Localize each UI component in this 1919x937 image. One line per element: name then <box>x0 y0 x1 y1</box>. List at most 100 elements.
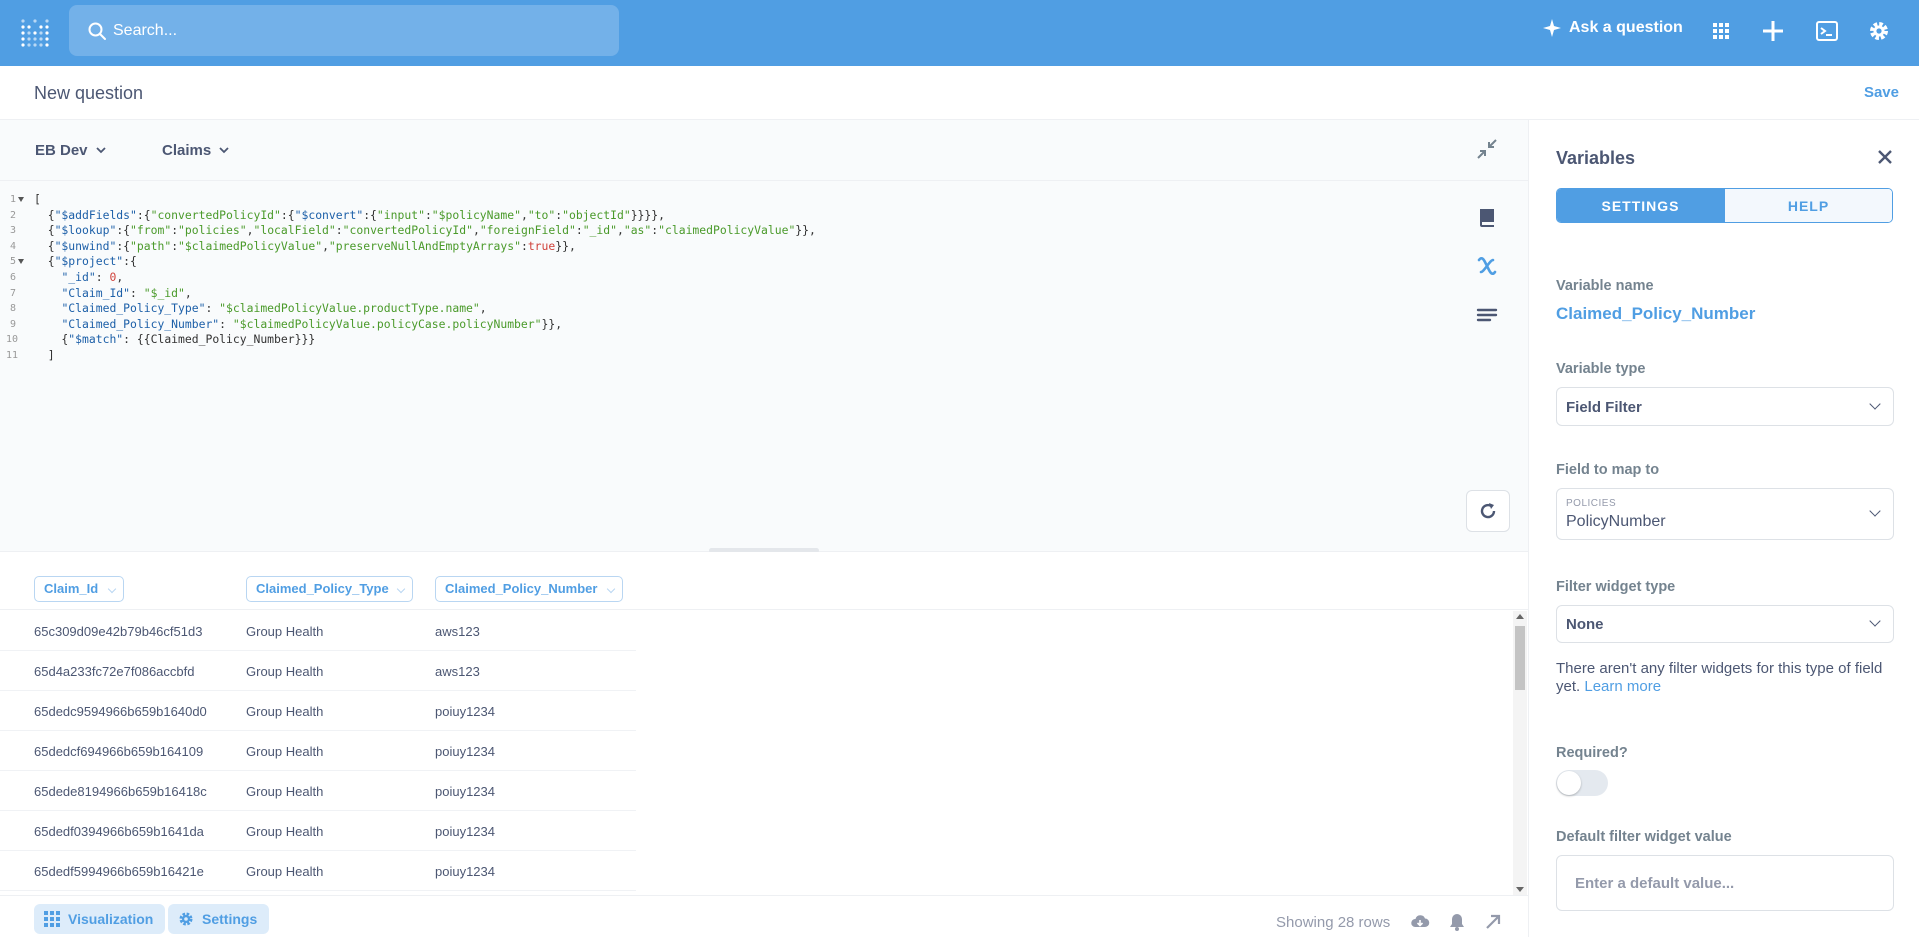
data-reference-book-icon[interactable] <box>1475 206 1499 230</box>
learn-more-link[interactable]: Learn more <box>1584 678 1661 695</box>
ask-question-button[interactable]: Ask a question <box>1543 19 1683 37</box>
code-token: [ <box>34 192 41 206</box>
required-toggle[interactable] <box>1556 770 1608 796</box>
cell-claim-id[interactable]: 65dedc9594966b659b1640d0 <box>34 704 207 719</box>
search-icon <box>88 22 106 40</box>
code-line[interactable]: 4 {"$unwind":{"path": "$claimedPolicyValu… <box>0 239 1440 255</box>
scroll-up-arrow-icon[interactable] <box>1516 614 1524 619</box>
table-row: 65d4a233fc72e7f086accbfd Group Health aws1… <box>0 651 636 691</box>
code-text: {"$match": {{Claimed_Policy_Number}}} <box>34 332 315 348</box>
fold-arrow-icon[interactable] <box>18 259 24 265</box>
code-line[interactable]: 2 {"$addFields":{"convertedPolicyId":{"$… <box>0 208 1440 224</box>
cell-claim-id[interactable]: 65dedf5994966b659b16421e <box>34 864 204 879</box>
cell-claimed-policy-number[interactable]: aws123 <box>435 664 480 679</box>
code-text: ] <box>34 348 55 364</box>
share-arrow-icon[interactable] <box>1483 912 1503 932</box>
scrollbar-thumb[interactable] <box>1515 626 1525 690</box>
settings-label: Settings <box>202 911 258 927</box>
code-line[interactable]: 5 {"$project":{ <box>0 254 1440 270</box>
code-token: { <box>34 238 55 253</box>
cell-claimed-policy-type[interactable]: Group Health <box>246 864 323 879</box>
variable-type-select[interactable]: Field Filter <box>1556 387 1894 426</box>
terminal-icon[interactable] <box>1815 19 1839 43</box>
tab-settings[interactable]: SETTINGS <box>1557 189 1724 222</box>
cell-claimed-policy-type[interactable]: Group Health <box>246 624 323 639</box>
search-bar[interactable]: Search... <box>69 5 619 56</box>
filter-widget-type-value: None <box>1566 616 1604 633</box>
scroll-down-arrow-icon[interactable] <box>1516 887 1524 892</box>
cell-claim-id[interactable]: 65dedcf694966b659b164109 <box>34 744 203 759</box>
code-text: {"$unwind":{"path": "$claimedPolicyValue"… <box>34 239 576 255</box>
code-token: : <box>575 223 583 238</box>
cell-claim-id[interactable]: 65dedf0394966b659b1641da <box>34 824 204 839</box>
code-line[interactable]: 9 "Claimed_Policy_Number": "$claimedPoli… <box>0 317 1440 333</box>
code-token: "path" <box>130 238 172 253</box>
plus-icon[interactable] <box>1761 19 1785 43</box>
column-header-claimed-policy-number[interactable]: Claimed_Policy_Number <box>435 576 623 602</box>
cell-claimed-policy-number[interactable]: aws123 <box>435 624 480 639</box>
code-line[interactable]: 1[ <box>0 192 1440 208</box>
chevron-down-icon <box>95 147 106 154</box>
line-number: 3 <box>9 225 16 237</box>
chevron-down-icon <box>107 584 117 594</box>
code-line[interactable]: 6 "_id": 0, <box>0 270 1440 286</box>
settings-button[interactable]: Settings <box>168 904 270 934</box>
metabase-logo-icon[interactable] <box>20 18 50 48</box>
run-query-button[interactable] <box>1466 490 1510 532</box>
visualization-button[interactable]: Visualization <box>34 904 166 934</box>
collection-picker[interactable]: Claims <box>162 142 229 159</box>
table-row: 65dedcf694966b659b164109 Group Health poiu… <box>0 731 636 771</box>
cell-claimed-policy-type[interactable]: Group Health <box>246 744 323 759</box>
code-line[interactable]: 10 {"$match": {{Claimed_Policy_Number}}} <box>0 332 1440 348</box>
variable-type-value: Field Filter <box>1566 399 1642 416</box>
field-table-name: POLICIES <box>1566 498 1617 509</box>
line-number: 1 <box>9 194 16 205</box>
cell-claim-id[interactable]: 65d4a233fc72e7f086accbfd <box>34 664 194 679</box>
code-line[interactable]: 8 "Claimed_Policy_Type": "$claimedPolicy… <box>0 301 1440 317</box>
search-placeholder: Search... <box>113 22 178 39</box>
cell-claimed-policy-number[interactable]: poiuy1234 <box>435 784 495 799</box>
code-line[interactable]: 11 ] <box>0 348 1440 364</box>
cell-claimed-policy-number[interactable]: poiuy1234 <box>435 744 495 759</box>
database-name: EB Dev <box>35 142 88 159</box>
variable-name-value: Claimed_Policy_Number <box>1556 304 1756 323</box>
cell-claimed-policy-number[interactable]: poiuy1234 <box>435 864 495 879</box>
download-cloud-icon[interactable] <box>1410 912 1430 932</box>
code-line[interactable]: 3 {"$lookup":{"from": "policies", "localFi… <box>0 223 1440 239</box>
variables-x-icon[interactable] <box>1475 254 1499 278</box>
table-scrollbar[interactable] <box>1513 611 1527 895</box>
cell-claimed-policy-number[interactable]: poiuy1234 <box>435 824 495 839</box>
page-title[interactable]: New question <box>34 83 143 104</box>
field-to-map-select[interactable]: POLICIES PolicyNumber <box>1556 488 1894 540</box>
column-header-claimed-policy-type[interactable]: Claimed_Policy_Type <box>246 576 413 602</box>
line-number: 10 <box>6 334 19 346</box>
column-header-claim-id[interactable]: Claim_Id <box>34 576 124 602</box>
code-token: "$claimedPolicyValue" <box>178 238 323 253</box>
cell-claim-id[interactable]: 65dede8194966b659b16418c <box>34 784 207 799</box>
tab-help[interactable]: HELP <box>1724 189 1892 222</box>
bell-icon[interactable] <box>1447 912 1467 932</box>
fold-arrow-icon[interactable] <box>18 197 24 202</box>
table-row: 65dedc9594966b659b1640d0 Group Health poiu… <box>0 691 636 731</box>
cell-claimed-policy-type[interactable]: Group Health <box>246 664 323 679</box>
cell-claimed-policy-type[interactable]: Group Health <box>246 824 323 839</box>
filter-widget-type-select[interactable]: None <box>1556 605 1894 643</box>
cell-claim-id[interactable]: 65c309d09e42b79b46cf51d3 <box>34 624 202 639</box>
collapse-editor-icon[interactable] <box>1476 138 1498 160</box>
database-picker[interactable]: EB Dev <box>35 142 106 159</box>
snippets-icon[interactable] <box>1475 304 1499 328</box>
apps-grid-icon[interactable] <box>1709 19 1733 43</box>
cell-claimed-policy-number[interactable]: poiuy1234 <box>435 704 495 719</box>
code-token: , <box>479 301 487 316</box>
save-button[interactable]: Save <box>1864 84 1899 101</box>
cell-claimed-policy-type[interactable]: Group Health <box>246 784 323 799</box>
cell-claimed-policy-type[interactable]: Group Health <box>246 704 323 719</box>
close-icon[interactable] <box>1876 148 1894 166</box>
default-value-input[interactable] <box>1556 855 1894 911</box>
variable-type-label: Variable type <box>1556 361 1646 377</box>
gear-icon[interactable] <box>1867 19 1891 43</box>
code-text: "Claimed_Policy_Type": "$claimedPolicyVa… <box>34 301 487 317</box>
code-editor[interactable]: 1[2 {"$addFields":{"convertedPolicyId":{… <box>0 192 1440 364</box>
column-header-label: Claimed_Policy_Number <box>445 581 598 596</box>
code-line[interactable]: 7 "Claim_Id": "$_id", <box>0 286 1440 302</box>
